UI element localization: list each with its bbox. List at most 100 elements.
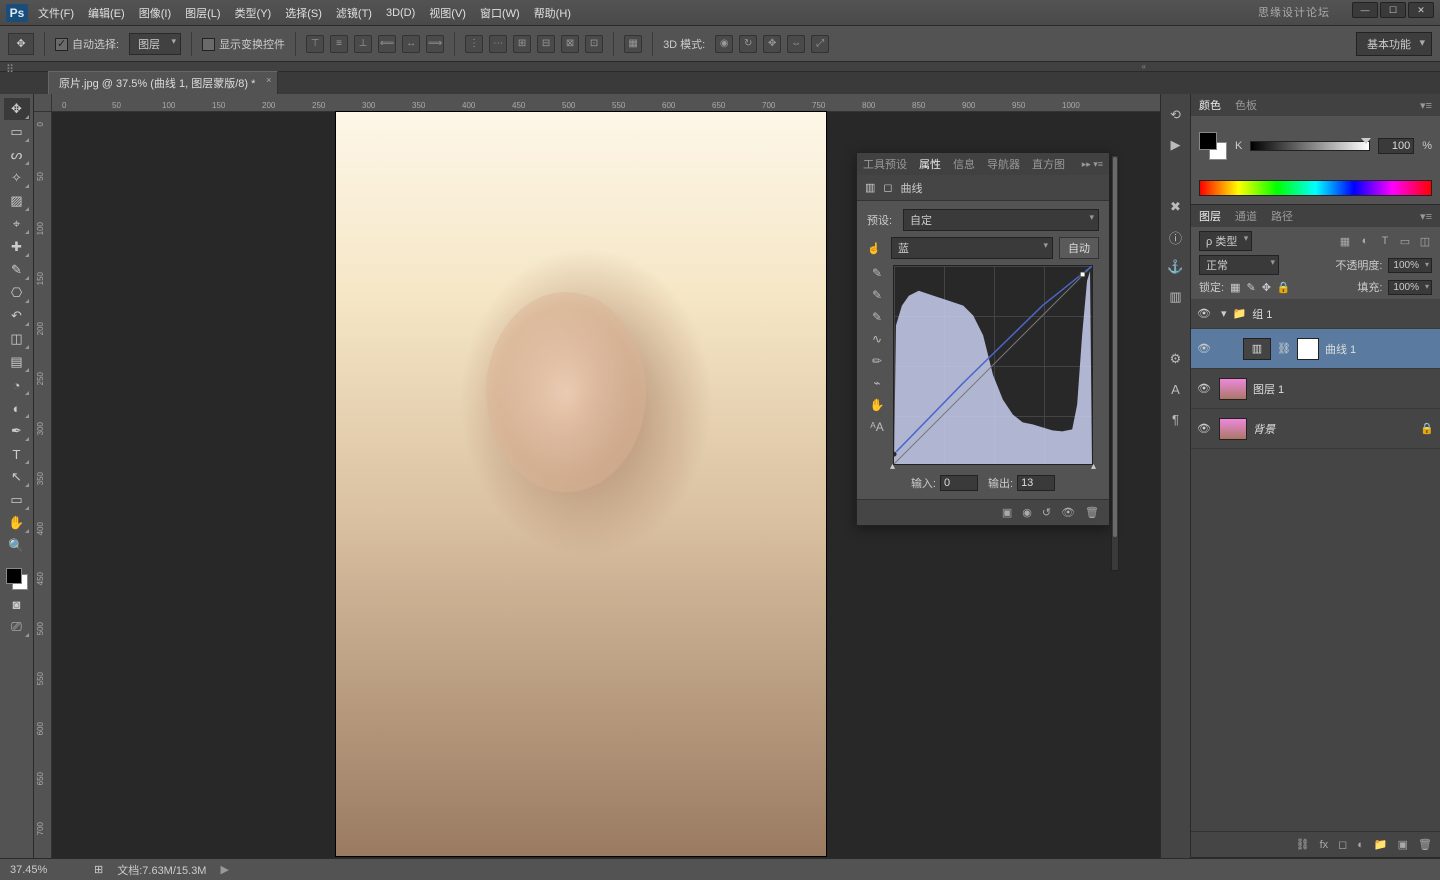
workspace-dropdown[interactable]: 基本功能 (1356, 32, 1432, 56)
ruler-origin[interactable] (34, 94, 52, 112)
toggle-vis-icon[interactable]: 👁 (1061, 506, 1075, 519)
document-tab[interactable]: 原片.jpg @ 37.5% (曲线 1, 图层蒙版/8) *× (48, 71, 278, 94)
blur-tool[interactable]: ◔ (4, 374, 30, 396)
dist-5-icon[interactable]: ⊠ (561, 35, 579, 53)
panel-more-icon[interactable]: ▸▸ ▾≡ (1082, 159, 1103, 170)
mask-new-icon[interactable]: ◻ (1338, 838, 1347, 851)
mask-thumb[interactable] (1297, 338, 1319, 360)
reset-icon[interactable]: ↺ (1042, 506, 1051, 519)
eyedrop-gray-icon[interactable]: ✎ (869, 287, 885, 303)
filter-type-icon[interactable]: T (1378, 234, 1392, 248)
dist-6-icon[interactable]: ⊡ (585, 35, 603, 53)
lock-pos-icon[interactable]: ✥ (1262, 281, 1271, 294)
menu-type[interactable]: 类型(Y) (235, 5, 272, 21)
ruler-vertical[interactable]: 0501001502002503003504004505005506006507… (34, 112, 52, 858)
tab-navigator[interactable]: 导航器 (987, 156, 1020, 172)
auto-align-icon[interactable]: ▦ (624, 35, 642, 53)
auto-select-dropdown[interactable]: 图层 (129, 33, 181, 55)
screenmode-tool[interactable]: ⎚ (4, 616, 30, 638)
slide-icon[interactable]: ⇔ (787, 35, 805, 53)
align-right-icon[interactable]: ⟹ (426, 35, 444, 53)
layer-name[interactable]: 图层 1 (1253, 381, 1284, 397)
ruler-horizontal[interactable]: 0501001502002503003504004505005506006507… (52, 94, 1160, 112)
eyedrop-white-icon[interactable]: ✎ (869, 309, 885, 325)
fx-icon[interactable]: fx (1320, 839, 1329, 851)
menu-edit[interactable]: 编辑(E) (88, 5, 125, 21)
menu-image[interactable]: 图像(I) (139, 5, 171, 21)
layer-curves[interactable]: 👁 ▥ ⛓ 曲线 1 (1191, 329, 1440, 369)
visibility-icon[interactable]: 👁 (1197, 382, 1213, 395)
tab-close-icon[interactable]: × (266, 75, 271, 85)
expand-icon[interactable]: ⊞ (94, 863, 103, 876)
blend-mode-dropdown[interactable]: 正常 (1199, 255, 1279, 275)
histo-icon[interactable]: ▥ (1167, 288, 1185, 306)
filter-smart-icon[interactable]: ◫ (1418, 234, 1432, 248)
lasso-tool[interactable]: ᔕ (4, 144, 30, 166)
align-hmid-icon[interactable]: ↔ (402, 35, 420, 53)
finger-icon[interactable]: ☝ (867, 242, 885, 255)
anchor-icon[interactable]: ⚓ (1167, 258, 1185, 276)
minimize-button[interactable]: — (1352, 2, 1378, 18)
heal-tool[interactable]: ✚ (4, 236, 30, 258)
auto-button[interactable]: 自动 (1059, 237, 1099, 259)
folder-toggle-icon[interactable]: ▾ (1221, 307, 1227, 320)
char-icon[interactable]: A (1167, 380, 1185, 398)
align-vmid-icon[interactable]: ≡ (330, 35, 348, 53)
smooth-icon[interactable]: ⌁ (869, 375, 885, 391)
orbit-icon[interactable]: ◉ (715, 35, 733, 53)
visibility-icon[interactable]: 👁 (1197, 342, 1213, 355)
settings-icon[interactable]: ✖ (1167, 198, 1185, 216)
filter-adj-icon[interactable]: ◐ (1358, 234, 1372, 248)
clip-icon[interactable]: ▣ (1002, 506, 1012, 519)
crop-tool[interactable]: ▨ (4, 190, 30, 212)
move-tool-icon[interactable]: ✥ (8, 33, 34, 55)
roll-icon[interactable]: ↻ (739, 35, 757, 53)
layer-name[interactable]: 曲线 1 (1325, 341, 1356, 357)
menu-select[interactable]: 选择(S) (285, 5, 322, 21)
brush-tool[interactable]: ✎ (4, 259, 30, 281)
panel-scrollbar[interactable] (1111, 155, 1119, 571)
scale-icon[interactable]: ⤢ (811, 35, 829, 53)
tab-channels[interactable]: 通道 (1235, 208, 1257, 224)
hand-icon[interactable]: ✋ (869, 397, 885, 413)
close-button[interactable]: ✕ (1408, 2, 1434, 18)
lock-trans-icon[interactable]: ▦ (1230, 281, 1240, 294)
eraser-tool[interactable]: ◫ (4, 328, 30, 350)
menu-help[interactable]: 帮助(H) (534, 5, 571, 21)
pan-icon[interactable]: ✥ (763, 35, 781, 53)
link-layers-icon[interactable]: ⛓ (1296, 838, 1310, 851)
type-tool[interactable]: T (4, 443, 30, 465)
k-slider[interactable] (1250, 141, 1370, 151)
curve-point-icon[interactable]: ∿ (869, 331, 885, 347)
tab-tool-presets[interactable]: 工具预设 (863, 156, 907, 172)
show-transform-checkbox[interactable]: 显示变换控件 (202, 36, 285, 52)
path-select-tool[interactable]: ↖ (4, 466, 30, 488)
align-left-icon[interactable]: ⟸ (378, 35, 396, 53)
menu-view[interactable]: 视图(V) (429, 5, 466, 21)
eyedropper-tool[interactable]: ⌖ (4, 213, 30, 235)
shape-tool[interactable]: ▭ (4, 489, 30, 511)
opacity-field[interactable]: 100% (1388, 258, 1432, 273)
color-swatches[interactable] (4, 566, 30, 592)
menu-3d[interactable]: 3D(D) (386, 7, 415, 19)
tab-swatches[interactable]: 色板 (1235, 97, 1257, 113)
hand-tool[interactable]: ✋ (4, 512, 30, 534)
filter-type-dropdown[interactable]: ρ 类型 (1199, 231, 1252, 251)
channel-dropdown[interactable]: 蓝 (891, 237, 1053, 259)
preset-dropdown[interactable]: 自定 (903, 209, 1099, 231)
menu-window[interactable]: 窗口(W) (480, 5, 520, 21)
k-value-field[interactable] (1378, 138, 1414, 154)
fill-field[interactable]: 100% (1388, 280, 1432, 295)
zoom-value[interactable]: 37.45% (10, 864, 80, 876)
status-arrow-icon[interactable]: ▶ (220, 863, 228, 876)
lock-all-icon[interactable]: 🔒 (1277, 281, 1291, 294)
curve-draw-icon[interactable]: ✏ (869, 353, 885, 369)
canvas-area[interactable]: 0501001502002503003504004505005506006507… (34, 94, 1160, 858)
auto-select-checkbox[interactable]: 自动选择: (55, 36, 119, 52)
history-brush-tool[interactable]: ↶ (4, 305, 30, 327)
group-new-icon[interactable]: 📁 (1374, 838, 1388, 851)
move-tool[interactable]: ✥ (4, 98, 30, 120)
dist-1-icon[interactable]: ⋮ (465, 35, 483, 53)
dist-4-icon[interactable]: ⊟ (537, 35, 555, 53)
menu-file[interactable]: 文件(F) (38, 5, 74, 21)
